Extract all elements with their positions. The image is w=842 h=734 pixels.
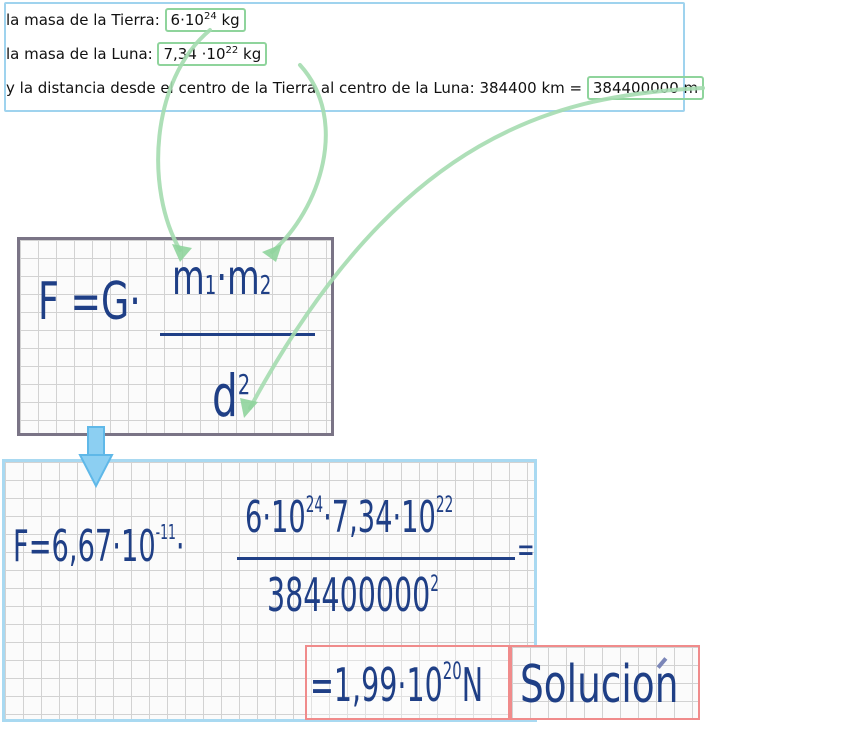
result-box[interactable]: =1,99·1020N xyxy=(305,645,510,720)
formula-d-exponent: 2 xyxy=(237,368,251,401)
formula-sub2: 2 xyxy=(259,271,272,301)
calc-lhs-exponent: -11 xyxy=(155,520,176,544)
calc-equals: = xyxy=(517,530,535,570)
moon-mass-unit: kg xyxy=(238,45,262,63)
earth-mass-unit: kg xyxy=(216,11,240,29)
earth-mass-label: la masa de la Tierra: xyxy=(6,11,165,29)
earth-mass-exponent: 24 xyxy=(203,11,217,22)
moon-mass-label: la masa de la Luna: xyxy=(6,45,158,63)
formula-m1: m xyxy=(172,250,205,306)
earth-mass-value[interactable]: 6·1024 kg xyxy=(164,8,246,32)
moon-mass-value[interactable]: 7,34 ·1022 kg xyxy=(157,42,268,66)
earth-mass-line: la masa de la Tierra: 6·1024 kg xyxy=(6,8,246,32)
calc-lhs: F=6,67·10-11· xyxy=(13,520,185,572)
calc-moon-mass: ·7,34·10 xyxy=(323,492,436,543)
formula-lhs: F =G· xyxy=(38,272,141,332)
distance-value[interactable]: 384400000 m xyxy=(586,76,705,100)
calc-earth-exponent: 24 xyxy=(305,493,324,518)
distance-line: y la distancia desde el centro de la Tie… xyxy=(6,76,705,100)
earth-mass-mantissa: 6·10 xyxy=(170,11,204,29)
formula-denominator: d2 xyxy=(212,362,250,430)
formula-numerator: m1·m2 xyxy=(172,250,271,306)
moon-mass-mantissa: 7,34 ·10 xyxy=(163,45,226,63)
result-exponent: 20 xyxy=(442,657,462,685)
result-mantissa: =1,99·10 xyxy=(310,658,443,712)
calc-dot: · xyxy=(175,521,185,572)
calc-numerator: 6·1024·7,34·1022 xyxy=(245,492,453,543)
formula-m2: m xyxy=(227,250,260,306)
solution-label: Solucion xyxy=(520,655,679,715)
calc-distance: 384400000 xyxy=(267,568,431,622)
calc-earth-mass: 6·10 xyxy=(245,492,306,543)
formula-dot: · xyxy=(216,250,228,306)
calc-distance-exponent: 2 xyxy=(430,572,439,597)
calc-moon-exponent: 22 xyxy=(435,493,454,518)
calc-fraction-bar xyxy=(237,557,515,560)
formula-card[interactable]: F =G· m1·m2 d2 xyxy=(17,237,334,436)
result-value: =1,99·1020N xyxy=(310,657,483,712)
calc-denominator: 3844000002 xyxy=(267,568,439,622)
distance-label: y la distancia desde el centro de la Tie… xyxy=(6,79,587,97)
formula-fraction-bar xyxy=(160,333,315,336)
calc-lhs-text: F=6,67·10 xyxy=(13,521,156,572)
result-unit: N xyxy=(461,658,484,712)
solution-box[interactable]: Solucion xyxy=(510,645,700,720)
moon-mass-line: la masa de la Luna: 7,34 ·1022 kg xyxy=(6,42,268,66)
formula-d: d xyxy=(212,362,238,430)
moon-mass-exponent: 22 xyxy=(225,45,239,56)
formula-sub1: 1 xyxy=(204,271,217,301)
